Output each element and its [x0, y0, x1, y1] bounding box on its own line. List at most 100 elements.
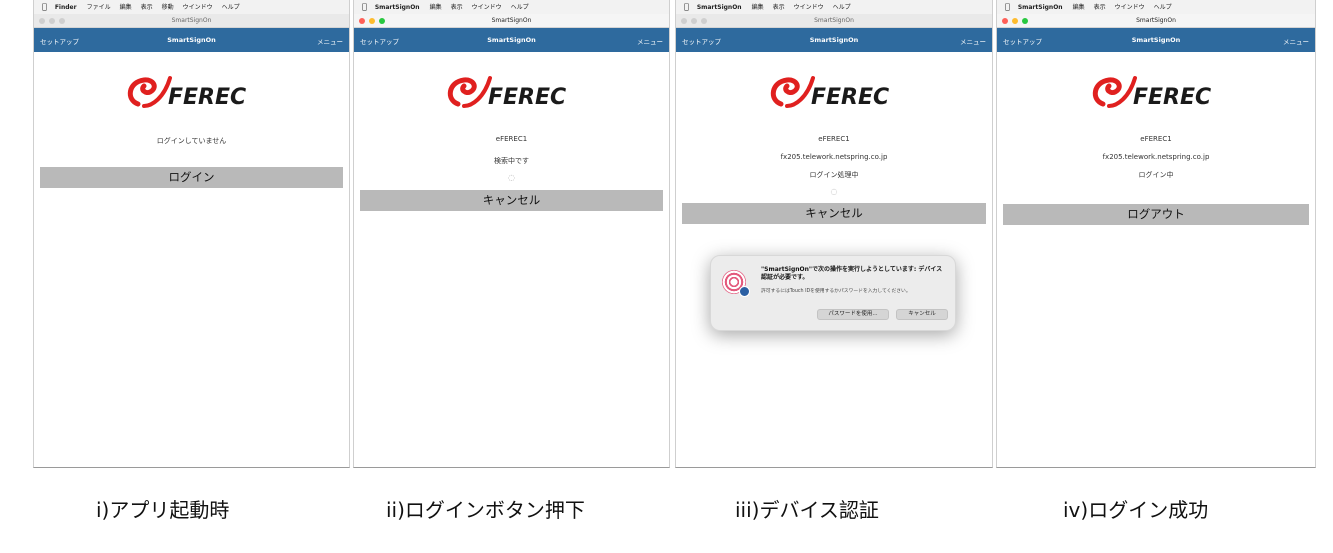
menu-window[interactable]: ウインドウ [472, 4, 502, 11]
navbar-title: SmartSignOn [167, 36, 216, 44]
menu-view[interactable]: 表示 [141, 4, 153, 11]
window-titlebar: SmartSignOn [354, 14, 669, 28]
logout-button[interactable]: ログアウト [1003, 204, 1309, 225]
app-navbar: セットアップ SmartSignOn メニュー [676, 28, 992, 52]
svg-text:FEREC: FEREC [811, 85, 889, 110]
device-name-text: eFEREC1 [1140, 135, 1172, 143]
app-navbar: セットアップ SmartSignOn メニュー [997, 28, 1315, 52]
minimize-window-button[interactable] [369, 18, 375, 24]
status-text: ログインしていません [156, 137, 227, 145]
menu-window[interactable]: ウインドウ [794, 4, 824, 11]
menu-button[interactable]: メニュー [317, 36, 343, 46]
menu-button[interactable]: メニュー [960, 36, 986, 46]
use-password-button[interactable]: パスワードを使用... [817, 309, 889, 320]
dialog-body: 許可するにはTouch IDを使用するかパスワードを入力してください。 [761, 289, 911, 294]
menu-help[interactable]: ヘルプ [833, 4, 851, 11]
window-titlebar: SmartSignOn [676, 14, 992, 28]
menu-view[interactable]: 表示 [773, 4, 785, 11]
window-title: SmartSignOn [1136, 17, 1176, 24]
menu-help[interactable]: ヘルプ [222, 4, 240, 11]
caption-app-launch: i)アプリ起動時 [96, 498, 230, 522]
window-titlebar: SmartSignOn [997, 14, 1315, 28]
dialog-title: "SmartSignOn"で次の操作を実行しようとしています: デバイス認証が必… [761, 266, 943, 281]
apple-icon[interactable]:  [362, 2, 367, 11]
close-window-button[interactable] [1002, 18, 1008, 24]
menu-edit[interactable]: 編集 [1073, 4, 1085, 11]
mac-menubar:  Finder ファイル 編集 表示 移動 ウインドウ ヘルプ [34, 0, 349, 14]
menubar-app-name[interactable]: Finder [55, 4, 77, 11]
menubar-app-name[interactable]: SmartSignOn [1018, 4, 1063, 11]
mac-menubar:  SmartSignOn 編集 表示 ウインドウ ヘルプ [354, 0, 669, 14]
apple-icon[interactable]:  [42, 2, 47, 11]
menubar-app-name[interactable]: SmartSignOn [697, 4, 742, 11]
svg-text:FEREC: FEREC [168, 85, 246, 110]
menu-button[interactable]: メニュー [1283, 36, 1309, 46]
login-button[interactable]: ログイン [40, 167, 343, 188]
zoom-window-button[interactable] [59, 18, 65, 24]
window-title: SmartSignOn [814, 17, 854, 24]
menu-view[interactable]: 表示 [1094, 4, 1106, 11]
traffic-lights [1002, 18, 1028, 24]
lock-icon [739, 286, 750, 297]
panel-login-pressed:  SmartSignOn 編集 表示 ウインドウ ヘルプ SmartSignOn セット… [353, 0, 670, 468]
server-host-text: fx205.telework.netspring.co.jp [1102, 153, 1210, 161]
panel-app-launch:  Finder ファイル 編集 表示 移動 ウインドウ ヘルプ SmartSignOn セッ… [33, 0, 350, 468]
minimize-window-button[interactable] [691, 18, 697, 24]
touch-id-dialog: "SmartSignOn"で次の操作を実行しようとしています: デバイス認証が必… [710, 255, 956, 331]
spinner-icon: ◌ [830, 187, 838, 196]
apple-icon[interactable]:  [684, 2, 689, 11]
caption-device-auth: iii)デバイス認証 [735, 498, 879, 522]
ferec-logo: FEREC [676, 64, 992, 120]
status-text: ログイン処理中 [809, 171, 859, 179]
traffic-lights [39, 18, 65, 24]
panel-device-auth:  SmartSignOn 編集 表示 ウインドウ ヘルプ SmartSignOn セット… [675, 0, 993, 468]
close-window-button[interactable] [39, 18, 45, 24]
close-window-button[interactable] [359, 18, 365, 24]
ferec-logo-icon: FEREC [770, 76, 889, 110]
menu-view[interactable]: 表示 [451, 4, 463, 11]
zoom-window-button[interactable] [1022, 18, 1028, 24]
minimize-window-button[interactable] [49, 18, 55, 24]
cancel-button[interactable]: キャンセル [682, 203, 986, 224]
dialog-cancel-button[interactable]: キャンセル [896, 309, 948, 320]
menu-file[interactable]: ファイル [87, 4, 111, 11]
window-title: SmartSignOn [171, 17, 212, 24]
window-titlebar: SmartSignOn [34, 14, 349, 28]
apple-icon[interactable]:  [1005, 2, 1010, 11]
traffic-lights [359, 18, 385, 24]
menu-window[interactable]: ウインドウ [183, 4, 213, 11]
zoom-window-button[interactable] [379, 18, 385, 24]
close-window-button[interactable] [681, 18, 687, 24]
menu-edit[interactable]: 編集 [430, 4, 442, 11]
traffic-lights [681, 18, 707, 24]
svg-text:FEREC: FEREC [488, 85, 566, 110]
navbar-title: SmartSignOn [487, 36, 536, 44]
device-name-text: eFEREC1 [495, 135, 528, 143]
menu-edit[interactable]: 編集 [752, 4, 764, 11]
ferec-logo-icon: FEREC [447, 76, 566, 110]
svg-text:FEREC: FEREC [1133, 85, 1211, 110]
navbar-title: SmartSignOn [1131, 36, 1181, 44]
menu-go[interactable]: 移動 [162, 4, 174, 11]
menu-window[interactable]: ウインドウ [1115, 4, 1145, 11]
navbar-title: SmartSignOn [809, 36, 859, 44]
zoom-window-button[interactable] [701, 18, 707, 24]
server-host-text: fx205.telework.netspring.co.jp [780, 153, 888, 161]
mac-menubar:  SmartSignOn 編集 表示 ウインドウ ヘルプ [676, 0, 992, 14]
spinner-icon: ◌ [508, 173, 515, 182]
caption-login-success: iv)ログイン成功 [1063, 498, 1209, 522]
device-name-text: eFEREC1 [818, 135, 850, 143]
window-title: SmartSignOn [491, 17, 532, 24]
menu-help[interactable]: ヘルプ [511, 4, 529, 11]
ferec-logo: FEREC [34, 64, 349, 120]
cancel-button[interactable]: キャンセル [360, 190, 663, 211]
menu-button[interactable]: メニュー [637, 36, 663, 46]
panel-login-success:  SmartSignOn 編集 表示 ウインドウ ヘルプ SmartSignOn セット… [996, 0, 1316, 468]
ferec-logo-icon: FEREC [1092, 76, 1211, 110]
menu-help[interactable]: ヘルプ [1154, 4, 1172, 11]
status-text: ログイン中 [1138, 171, 1174, 179]
app-navbar: セットアップ SmartSignOn メニュー [34, 28, 349, 52]
menubar-app-name[interactable]: SmartSignOn [375, 4, 420, 11]
minimize-window-button[interactable] [1012, 18, 1018, 24]
menu-edit[interactable]: 編集 [120, 4, 132, 11]
